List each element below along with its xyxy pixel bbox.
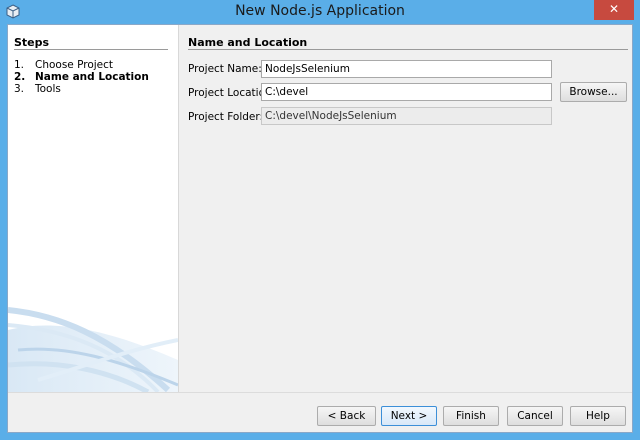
- step-label: Tools: [35, 83, 61, 95]
- dialog-client-area: Steps 1. Choose Project 2. Name and Locati…: [7, 24, 633, 433]
- steps-list: 1. Choose Project 2. Name and Location 3. T…: [14, 59, 149, 95]
- project-name-input[interactable]: [261, 60, 552, 78]
- decorative-swoosh-graphic: [8, 290, 178, 392]
- next-button[interactable]: Next >: [381, 406, 437, 426]
- steps-panel: Steps 1. Choose Project 2. Name and Locati…: [8, 25, 178, 392]
- title-bar[interactable]: New Node.js Application ✕: [0, 0, 640, 24]
- help-button[interactable]: Help: [570, 406, 626, 426]
- step-label: Name and Location: [35, 71, 149, 83]
- step-name-and-location: 2. Name and Location: [14, 71, 149, 83]
- project-name-label: Project Name:: [188, 63, 262, 75]
- project-folder-field: [261, 107, 552, 125]
- name-and-location-panel: Name and Location Project Name: Project …: [179, 25, 632, 392]
- steps-divider: [14, 49, 168, 50]
- project-location-input[interactable]: [261, 83, 552, 101]
- finish-button[interactable]: Finish: [443, 406, 499, 426]
- back-button[interactable]: < Back: [317, 406, 376, 426]
- section-title: Name and Location: [188, 36, 308, 49]
- window-title: New Node.js Application: [235, 3, 405, 19]
- step-label: Choose Project: [35, 59, 114, 71]
- close-button[interactable]: ✕: [594, 0, 634, 20]
- step-number: 3.: [14, 83, 25, 95]
- section-divider: [188, 49, 628, 50]
- browse-button[interactable]: Browse...: [560, 82, 627, 102]
- project-folder-label: Project Folder:: [188, 111, 264, 123]
- cancel-button[interactable]: Cancel: [507, 406, 563, 426]
- step-choose-project: 1. Choose Project: [14, 59, 149, 71]
- button-bar: < Back Next > Finish Cancel Help: [8, 392, 632, 432]
- step-number: 2.: [14, 71, 26, 83]
- dialog-window: New Node.js Application ✕ Steps 1. Choose…: [0, 0, 640, 440]
- step-tools: 3. Tools: [14, 83, 149, 95]
- close-icon: ✕: [608, 2, 620, 16]
- steps-heading: Steps: [14, 36, 50, 49]
- step-number: 1.: [14, 59, 25, 71]
